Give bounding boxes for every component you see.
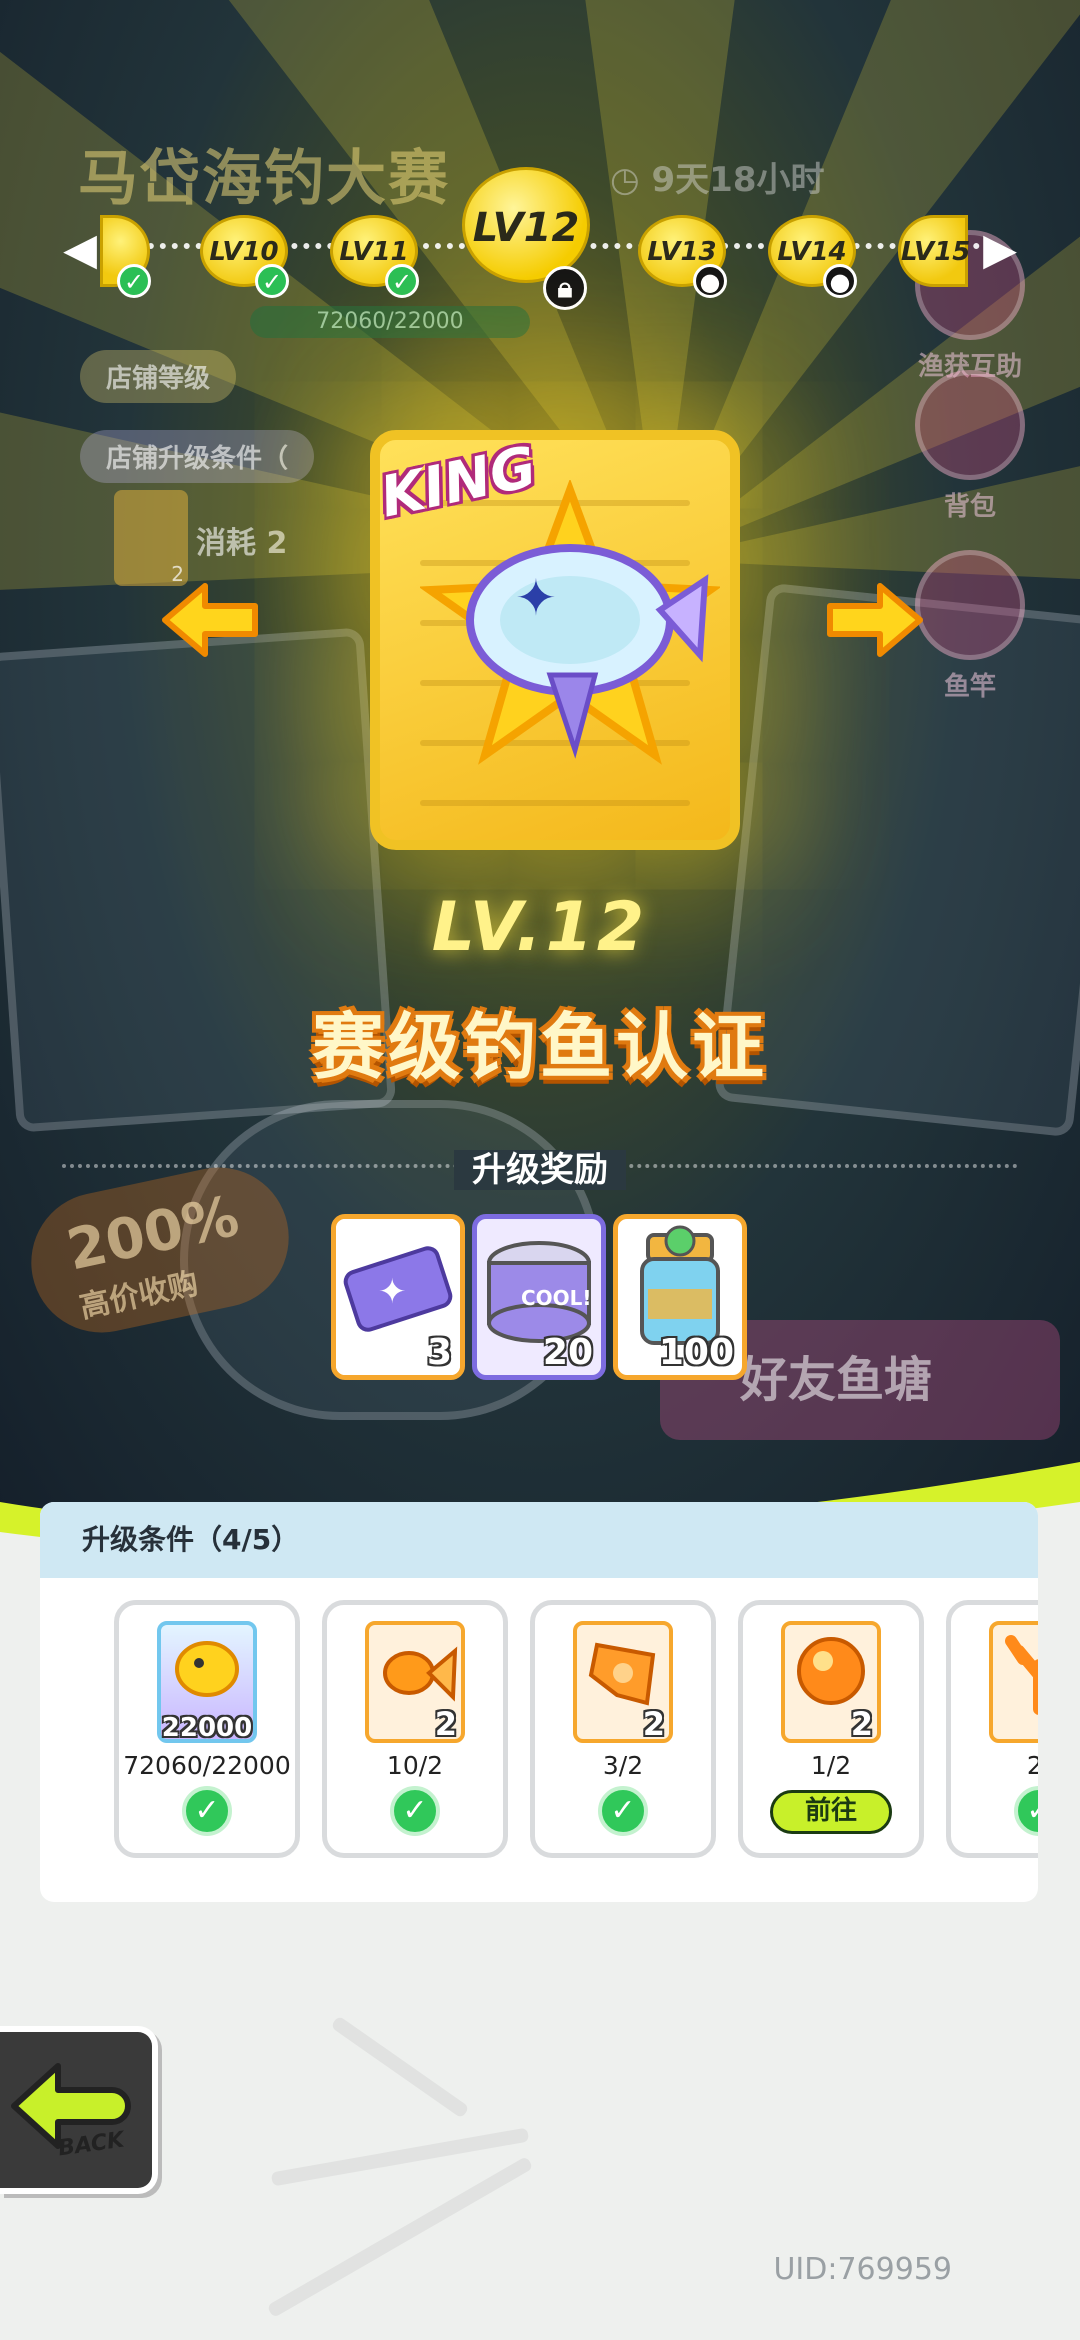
user-id: UID:769959 bbox=[773, 2252, 952, 2287]
condition-card-goldfish[interactable]: 2 10/2 ✓ bbox=[322, 1600, 508, 1858]
certificate-title: 赛级钓鱼认证 bbox=[311, 1005, 768, 1089]
track-left-arrow-icon[interactable]: ◀ bbox=[60, 225, 100, 275]
reward-amount: 3 bbox=[426, 1332, 452, 1373]
previous-level-arrow-icon[interactable] bbox=[155, 580, 265, 660]
check-icon: ✓ bbox=[385, 264, 419, 298]
level-track: ◀ ▶ ✓ LV10 ✓ LV11 ✓ LV12 🔒︎ LV13 ● LV14 … bbox=[60, 167, 1020, 310]
coral-icon bbox=[989, 1621, 1038, 1743]
condition-count: 2 bbox=[434, 1705, 457, 1743]
condition-progress: 2/ bbox=[1026, 1751, 1038, 1780]
condition-card-conch[interactable]: 2 3/2 ✓ bbox=[530, 1600, 716, 1858]
level-node-lv12[interactable]: LV12 🔒︎ bbox=[462, 167, 590, 310]
reward-title: 升级奖励 bbox=[0, 1142, 1080, 1191]
condition-progress: 1/2 bbox=[810, 1751, 852, 1780]
event-timer-text: 9天18小时 bbox=[651, 160, 825, 200]
condition-card-coral[interactable]: 2/ ✓ bbox=[946, 1600, 1038, 1858]
reward-amount: 100 bbox=[658, 1332, 734, 1373]
upgrade-conditions-list[interactable]: 22000 72060/22000 ✓ 2 10/2 ✓ 2 3/2 ✓ 2 1… bbox=[74, 1600, 1038, 1860]
condition-count: 22000 bbox=[161, 1713, 253, 1743]
side-button-bag: 背包 bbox=[910, 370, 1030, 523]
level-node-label: LV15 bbox=[901, 237, 971, 267]
goldfish-icon: 2 bbox=[365, 1621, 465, 1743]
lock-icon: ● bbox=[693, 264, 727, 298]
level-node-label: LV10 bbox=[209, 237, 279, 267]
side-button-bag-label: 背包 bbox=[943, 492, 996, 522]
event-title: 马岱海钓大赛 bbox=[78, 144, 450, 214]
check-icon: ✓ bbox=[182, 1786, 232, 1836]
conch-shell-icon: 2 bbox=[573, 1621, 673, 1743]
level-node-label: LV13 bbox=[647, 237, 717, 267]
shop-level-button: 店铺等级 bbox=[80, 350, 237, 403]
condition-count: 2 bbox=[850, 1705, 873, 1743]
reward-item[interactable]: ✦ 3 bbox=[331, 1214, 465, 1380]
shop-consume-item: 2 bbox=[114, 490, 188, 586]
decorative-stroke bbox=[330, 2015, 470, 2119]
condition-count: 2 bbox=[642, 1705, 665, 1743]
svg-text:✦: ✦ bbox=[515, 569, 557, 627]
shop-progress-bar: 72060/22000 bbox=[250, 306, 530, 338]
event-scene: 马岱海钓大赛 ◷ 9天18小时 72060/22000 店铺等级 店铺升级条件（… bbox=[0, 0, 1080, 1520]
level-node-lv11[interactable]: LV11 ✓ bbox=[330, 215, 419, 298]
check-icon: ✓ bbox=[1014, 1786, 1038, 1836]
level-node-lv10[interactable]: LV10 ✓ bbox=[200, 215, 289, 298]
upgrade-conditions-panel: 升级条件（4/5） 22000 72060/22000 ✓ 2 10/2 ✓ 2… bbox=[40, 1502, 1038, 1902]
check-icon: ✓ bbox=[117, 264, 151, 298]
condition-progress: 3/2 bbox=[602, 1751, 644, 1780]
level-node-label: LV14 bbox=[777, 237, 847, 267]
reward-amount: 20 bbox=[542, 1332, 593, 1373]
condition-card-orb[interactable]: 2 1/2 前往 bbox=[738, 1600, 924, 1858]
svg-text:COOL!: COOL! bbox=[521, 1286, 592, 1310]
level-node-lv15[interactable]: LV15 bbox=[898, 215, 971, 287]
reward-title-text: 升级奖励 bbox=[454, 1150, 626, 1190]
svg-text:✦: ✦ bbox=[378, 1272, 407, 1312]
check-icon: ✓ bbox=[598, 1786, 648, 1836]
shop-consume-label: 消耗 2 bbox=[196, 526, 288, 561]
fishing-rod-icon bbox=[915, 550, 1025, 660]
condition-progress: 10/2 bbox=[386, 1751, 444, 1780]
level-node-label: LV12 bbox=[472, 205, 580, 251]
back-button[interactable]: BACK bbox=[0, 2026, 158, 2194]
check-icon: ✓ bbox=[390, 1786, 440, 1836]
lock-icon: 🔒︎ bbox=[543, 266, 587, 310]
event-timer: ◷ 9天18小时 bbox=[610, 160, 825, 200]
side-button-rod-label: 鱼竿 bbox=[943, 672, 996, 702]
check-icon: ✓ bbox=[255, 264, 289, 298]
condition-card-coin[interactable]: 22000 72060/22000 ✓ bbox=[114, 1600, 300, 1858]
level-node-lv13[interactable]: LV13 ● bbox=[638, 215, 727, 298]
level-node-lv9[interactable]: ✓ bbox=[100, 215, 151, 298]
reward-item[interactable]: COOL! 20 bbox=[472, 1214, 606, 1380]
shop-upgrade-conditions-label: 店铺升级条件（ bbox=[80, 430, 315, 483]
crystal-fish-badge-icon: ✦ bbox=[420, 480, 720, 765]
card-line bbox=[420, 800, 690, 806]
level-node-label: LV11 bbox=[339, 237, 409, 267]
bag-icon bbox=[915, 370, 1025, 480]
level-node-lv14[interactable]: LV14 ● bbox=[768, 215, 857, 298]
upgrade-conditions-title: 升级条件（4/5） bbox=[40, 1502, 1038, 1578]
reward-item[interactable]: 100 bbox=[613, 1214, 747, 1380]
lock-icon: ● bbox=[823, 264, 857, 298]
next-level-arrow-icon[interactable] bbox=[820, 580, 930, 660]
goto-button[interactable]: 前往 bbox=[770, 1790, 892, 1834]
track-right-arrow-icon[interactable]: ▶ bbox=[980, 225, 1020, 275]
orange-orb-icon: 2 bbox=[781, 1621, 881, 1743]
condition-progress: 72060/22000 bbox=[123, 1751, 291, 1780]
level-label: LV.12 bbox=[431, 888, 649, 967]
gold-fish-coin-icon: 22000 bbox=[157, 1621, 257, 1743]
